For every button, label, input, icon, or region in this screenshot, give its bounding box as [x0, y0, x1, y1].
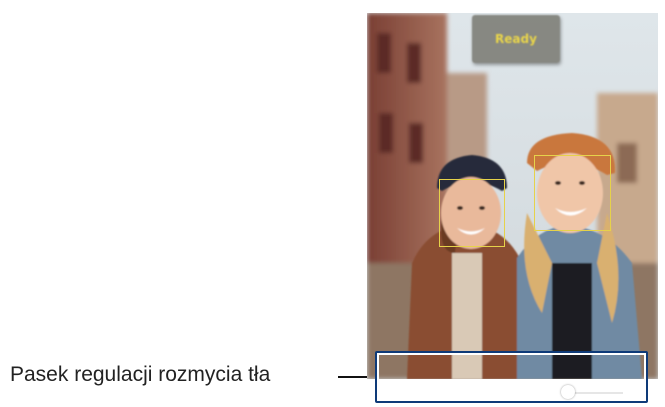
preview-photo	[367, 13, 658, 379]
face-detection-box-left	[439, 179, 505, 247]
camera-preview[interactable]: Ready	[367, 13, 658, 379]
slider-fill	[410, 392, 568, 394]
manual-page: Pasek regulacji rozmycia tła Ready	[0, 0, 665, 407]
face-detection-box-right	[534, 155, 611, 231]
slider-thumb[interactable]	[560, 385, 575, 399]
callout-highlight-box	[375, 351, 648, 403]
status-badge: Ready	[472, 15, 560, 63]
callout-label: Pasek regulacji rozmycia tła	[10, 363, 271, 386]
background-blur-slider[interactable]	[410, 385, 623, 399]
